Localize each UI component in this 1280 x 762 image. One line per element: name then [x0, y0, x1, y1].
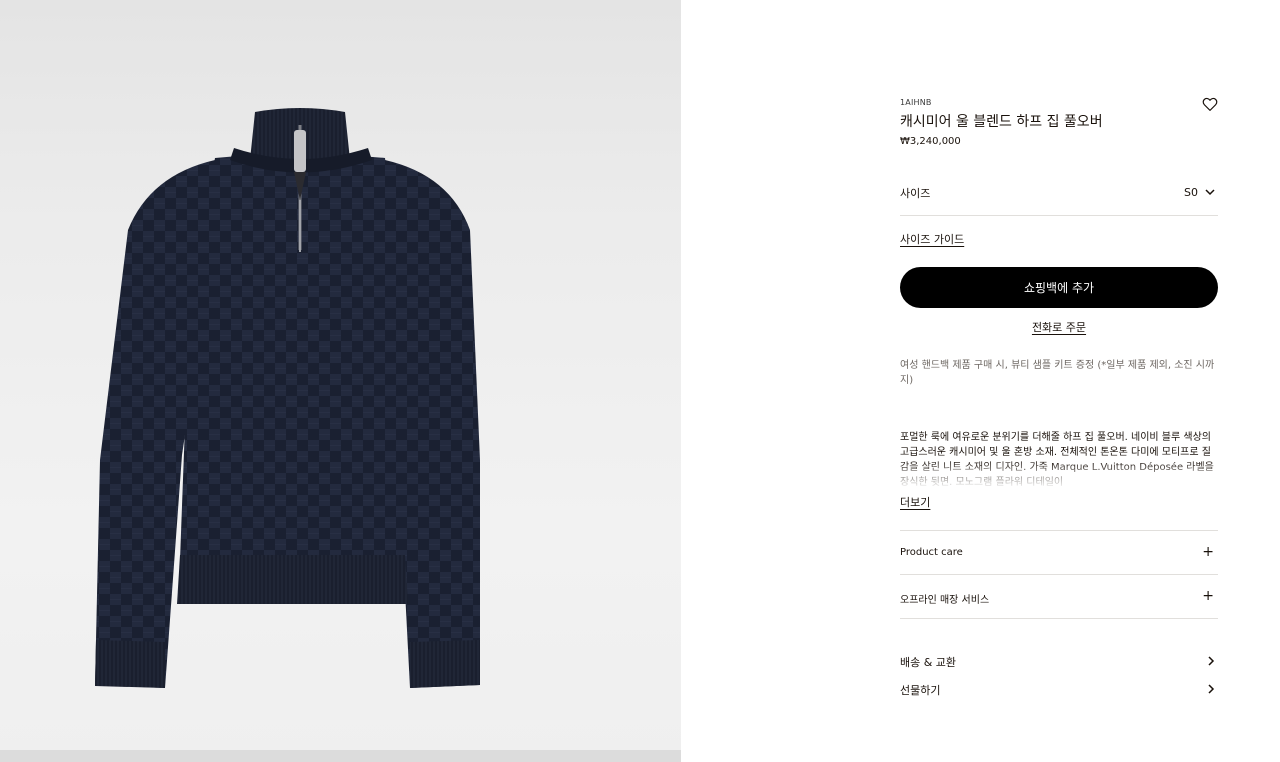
accordion-label: 오프라인 매장 서비스 [900, 595, 990, 606]
accordion-product-care[interactable]: Product care + [900, 530, 1218, 574]
link-label: 배송 & 교환 [900, 656, 957, 669]
size-guide-link[interactable]: 사이즈 가이드 [900, 231, 964, 247]
add-to-bag-button[interactable]: 쇼핑백에 추가 [900, 267, 1218, 308]
plus-icon: + [1202, 544, 1214, 560]
shipping-returns-link[interactable]: 배송 & 교환 [900, 651, 1218, 673]
accordion-store-services[interactable]: 오프라인 매장 서비스 + [900, 574, 1218, 618]
product-image-panel[interactable] [0, 0, 681, 762]
plus-icon: + [1202, 588, 1214, 604]
promo-text: 여성 핸드백 제품 구매 시, 뷰티 샘플 키트 증정 (*일부 제품 제외, … [900, 360, 1215, 386]
size-label: 사이즈 [900, 187, 931, 200]
chevron-right-icon [1208, 656, 1215, 666]
gift-link[interactable]: 선물하기 [900, 679, 1218, 701]
divider [900, 618, 1218, 619]
link-label: 선물하기 [900, 684, 941, 697]
accordion-label: Product care [900, 547, 963, 558]
size-value: S0 [1184, 186, 1198, 199]
phone-order-label: 전화로 주문 [1031, 321, 1087, 334]
product-title: 캐시미어 울 블렌드 하프 집 풀오버 [900, 114, 1103, 130]
heart-icon[interactable] [1201, 95, 1219, 113]
chevron-right-icon [1208, 684, 1215, 694]
product-description: 포멀한 룩에 여유로운 분위기를 더해줄 하프 집 풀오버. 네이비 블루 색상… [900, 430, 1218, 488]
product-details: 1AIHNB 캐시미어 울 블렌드 하프 집 풀오버 ₩3,240,000 사이… [900, 0, 1218, 762]
product-price: ₩3,240,000 [900, 136, 961, 147]
image-bottom-strip [0, 750, 681, 762]
size-selector[interactable]: 사이즈 S0 [900, 172, 1218, 216]
phone-order-link[interactable]: 전화로 주문 [900, 319, 1218, 335]
product-image [95, 108, 480, 688]
product-sku: 1AIHNB [900, 98, 932, 107]
chevron-down-icon [1205, 189, 1215, 196]
read-more-link[interactable]: 더보기 [900, 494, 930, 510]
description-fade [900, 460, 1218, 488]
